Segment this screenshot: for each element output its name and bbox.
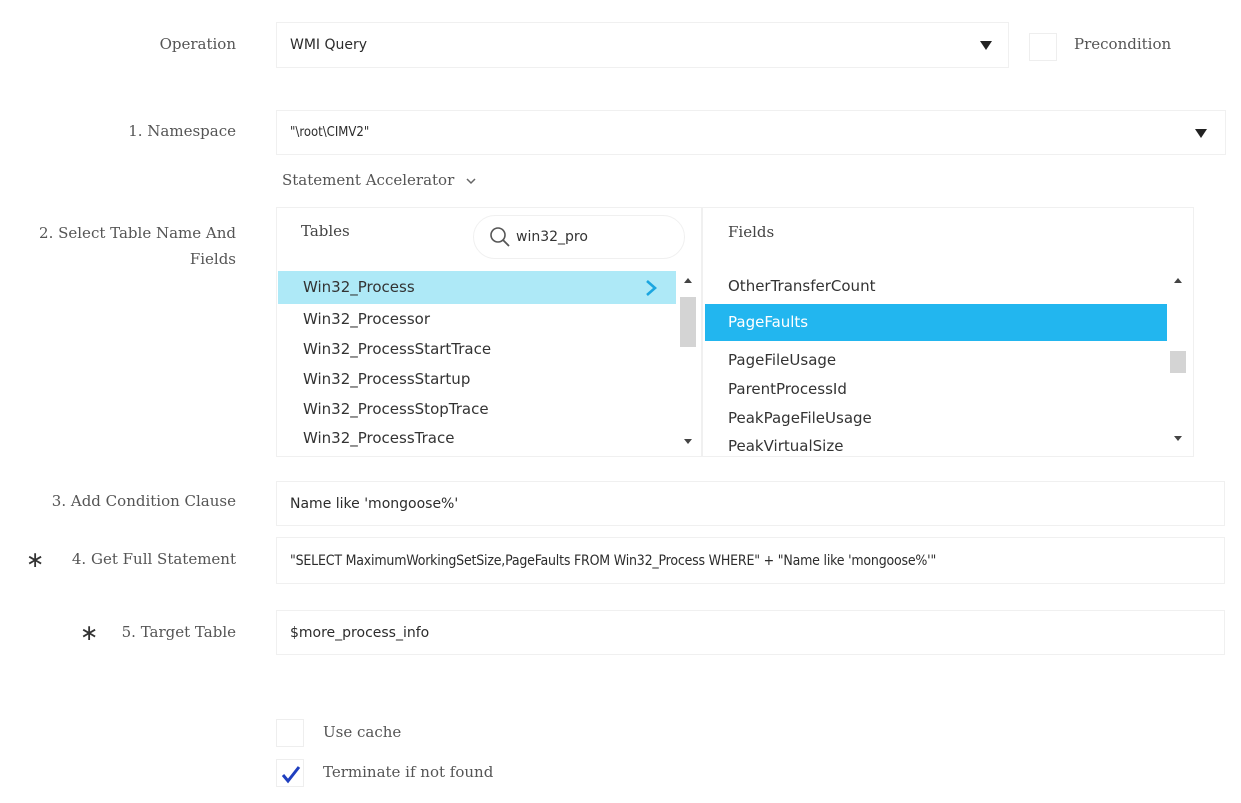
chevron-right-icon <box>646 280 657 296</box>
field-row[interactable]: PageFileUsage <box>705 346 1167 375</box>
operation-label: Operation <box>159 35 236 53</box>
field-row-label: PageFileUsage <box>728 351 837 369</box>
full-statement-value: "SELECT MaximumWorkingSetSize,PageFaults… <box>290 552 937 569</box>
namespace-value: "\root\CIMV2" <box>290 125 370 140</box>
tables-scroll-thumb[interactable] <box>680 297 696 347</box>
table-row[interactable]: Win32_Process <box>278 271 676 304</box>
terminate-checkbox[interactable] <box>276 759 304 787</box>
checkmark-icon <box>281 766 301 784</box>
fields-panel: Fields OtherTransferCount PageFaults Pag… <box>702 207 1194 457</box>
tables-scrollbar[interactable] <box>680 270 696 454</box>
target-table-input[interactable]: $more_process_info <box>276 610 1225 655</box>
precondition-checkbox[interactable] <box>1029 33 1057 61</box>
target-table-value: $more_process_info <box>290 624 430 641</box>
scroll-down-arrow-icon[interactable] <box>684 439 692 444</box>
precondition-label: Precondition <box>1074 35 1172 53</box>
condition-label: 3. Add Condition Clause <box>51 492 236 510</box>
field-row-label: ParentProcessId <box>728 380 847 398</box>
tables-panel: Tables win32_pro Win32_Process Win32_Pro… <box>276 207 702 457</box>
scroll-up-arrow-icon[interactable] <box>1174 278 1182 283</box>
chevron-down-icon <box>1195 129 1207 138</box>
condition-value: Name like 'mongoose%' <box>290 495 459 512</box>
required-asterisk-icon: ∗ <box>80 621 99 646</box>
table-row[interactable]: Win32_Processor <box>278 304 676 334</box>
field-row[interactable]: ParentProcessId <box>705 375 1167 404</box>
fields-scroll-thumb[interactable] <box>1170 351 1186 373</box>
target-table-label: 5. Target Table <box>121 623 236 641</box>
scroll-down-arrow-icon[interactable] <box>1174 436 1182 441</box>
field-row[interactable]: PageFaults <box>705 304 1167 341</box>
table-select-label-line1: 2. Select Table Name And <box>39 224 236 242</box>
operation-select[interactable]: WMI Query <box>276 22 1009 68</box>
field-row[interactable]: PeakPageFileUsage <box>705 404 1167 433</box>
terminate-label: Terminate if not found <box>323 763 494 781</box>
operation-value: WMI Query <box>290 37 368 53</box>
chevron-down-icon <box>980 41 992 50</box>
table-search[interactable]: win32_pro <box>473 215 685 259</box>
namespace-label: 1. Namespace <box>128 122 236 140</box>
tables-list: Win32_Process Win32_Processor Win32_Proc… <box>278 271 676 452</box>
table-row-label: Win32_Processor <box>303 310 431 328</box>
table-select-label: 2. Select Table Name And Fields <box>10 220 236 272</box>
condition-input[interactable]: Name like 'mongoose%' <box>276 481 1225 526</box>
namespace-select[interactable]: "\root\CIMV2" <box>276 110 1226 155</box>
table-search-input[interactable]: win32_pro <box>516 229 588 245</box>
table-select-label-line2: Fields <box>189 250 236 268</box>
chevron-down-icon <box>466 178 476 185</box>
table-row[interactable]: Win32_ProcessStopTrace <box>278 394 676 424</box>
field-row-label: PeakVirtualSize <box>728 437 844 455</box>
statement-accelerator-toggle[interactable]: Statement Accelerator <box>282 171 477 189</box>
table-row[interactable]: Win32_ProcessStartup <box>278 364 676 394</box>
table-row-label: Win32_ProcessTrace <box>303 429 455 447</box>
full-statement-label: 4. Get Full Statement <box>71 550 236 568</box>
statement-accelerator-label: Statement Accelerator <box>282 171 455 189</box>
table-row-label: Win32_ProcessStopTrace <box>303 400 489 418</box>
fields-scrollbar[interactable] <box>1170 270 1186 454</box>
search-icon <box>490 227 510 247</box>
scroll-up-arrow-icon[interactable] <box>684 278 692 283</box>
table-row[interactable]: Win32_ProcessTrace <box>278 424 676 452</box>
fields-list: OtherTransferCount PageFaults PageFileUs… <box>705 272 1167 460</box>
field-row-label: PeakPageFileUsage <box>728 409 872 427</box>
table-row-label: Win32_Process <box>303 278 415 296</box>
field-row[interactable]: PeakVirtualSize <box>705 433 1167 460</box>
use-cache-checkbox[interactable] <box>276 719 304 747</box>
full-statement-input[interactable]: "SELECT MaximumWorkingSetSize,PageFaults… <box>276 537 1225 584</box>
table-row[interactable]: Win32_ProcessStartTrace <box>278 334 676 364</box>
field-row[interactable]: OtherTransferCount <box>705 272 1167 301</box>
table-row-label: Win32_ProcessStartup <box>303 370 471 388</box>
field-row-label: PageFaults <box>728 313 809 331</box>
tables-header: Tables <box>301 222 350 240</box>
use-cache-label: Use cache <box>323 723 402 741</box>
fields-header: Fields <box>728 223 775 241</box>
field-row-label: OtherTransferCount <box>728 277 876 295</box>
table-row-label: Win32_ProcessStartTrace <box>303 340 492 358</box>
